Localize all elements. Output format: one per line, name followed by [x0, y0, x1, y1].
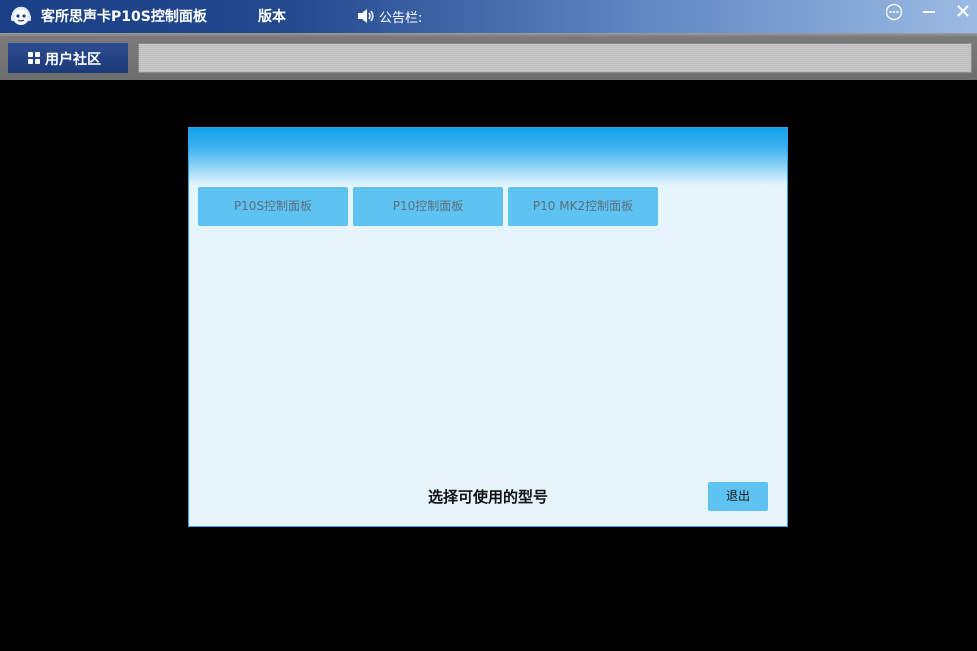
user-community-label: 用户社区: [45, 52, 101, 68]
p10-mk2-panel-button[interactable]: P10 MK2控制面板: [508, 187, 658, 226]
toolbar: 用户社区: [0, 33, 977, 80]
p10s-panel-button[interactable]: P10S控制面板: [198, 187, 348, 226]
exit-button[interactable]: 退出: [708, 482, 768, 511]
select-model-prompt: 选择可使用的型号: [427, 488, 548, 506]
dialog-header: [189, 128, 787, 186]
p10-panel-button[interactable]: P10控制面板: [353, 187, 503, 226]
user-community-tab[interactable]: 用户社区: [8, 43, 128, 73]
app-title: 客所思声卡P10S控制面板: [41, 9, 207, 25]
minimize-icon[interactable]: [919, 2, 939, 22]
close-icon[interactable]: [953, 2, 973, 22]
speaker-icon: [358, 9, 374, 23]
more-circle-icon[interactable]: [884, 2, 904, 22]
version-menu[interactable]: 版本: [258, 6, 286, 26]
app-window: 客所思声卡P10S控制面板 版本 公告栏: 用户社区 P10S控制面板 P10控…: [0, 0, 977, 651]
headphone-mascot-icon: [11, 6, 31, 25]
grid-icon: [28, 52, 40, 64]
notice-marquee: [138, 43, 972, 73]
title-bar: 客所思声卡P10S控制面板 版本 公告栏:: [0, 0, 977, 33]
model-select-dialog: P10S控制面板 P10控制面板 P10 MK2控制面板 选择可使用的型号 退出: [188, 127, 788, 527]
notice-label: 公告栏:: [379, 11, 423, 26]
